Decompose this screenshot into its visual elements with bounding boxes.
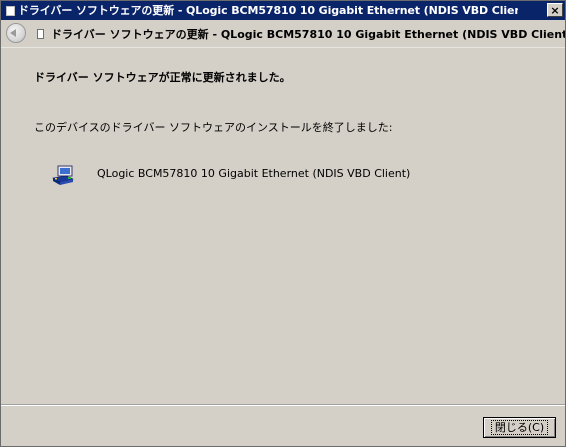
close-button[interactable]: 閉じる(C)	[483, 417, 556, 438]
window-document-icon	[6, 6, 15, 16]
close-icon: ×	[550, 4, 560, 17]
success-heading: ドライバー ソフトウェアが正常に更新されました。	[34, 71, 291, 84]
completion-message: このデバイスのドライバー ソフトウェアのインストールを終了しました:	[34, 121, 393, 134]
title-bar[interactable]: ドライバー ソフトウェアの更新 - QLogic BCM57810 10 Gig…	[1, 1, 565, 20]
window-title: ドライバー ソフトウェアの更新 - QLogic BCM57810 10 Gig…	[18, 4, 518, 17]
wizard-footer: 閉じる(C)	[1, 406, 565, 446]
header-title: ドライバー ソフトウェアの更新 - QLogic BCM57810 10 Gig…	[51, 28, 565, 41]
close-button-label: 閉じる(C)	[490, 420, 549, 435]
wizard-header: ドライバー ソフトウェアの更新 - QLogic BCM57810 10 Gig…	[1, 20, 565, 48]
device-name: QLogic BCM57810 10 Gigabit Ethernet (NDI…	[97, 167, 411, 180]
back-button[interactable]	[6, 23, 26, 43]
network-adapter-icon	[52, 165, 74, 185]
back-arrow-icon	[10, 29, 16, 37]
header-document-icon	[37, 29, 44, 39]
window-close-button[interactable]: ×	[547, 3, 563, 17]
wizard-content: ドライバー ソフトウェアが正常に更新されました。 このデバイスのドライバー ソフ…	[1, 48, 565, 404]
driver-update-window: ドライバー ソフトウェアの更新 - QLogic BCM57810 10 Gig…	[0, 0, 566, 447]
